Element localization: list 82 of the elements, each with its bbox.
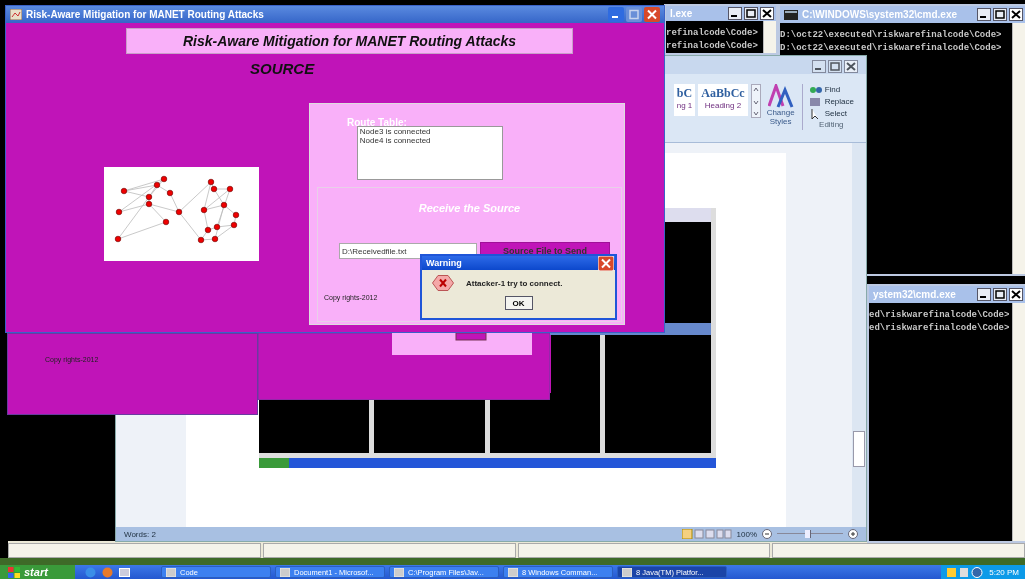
console-icon — [784, 9, 798, 20]
maximize-button[interactable] — [993, 8, 1007, 21]
vertical-scrollbar[interactable] — [1012, 23, 1025, 274]
zoom-in-button[interactable] — [848, 529, 858, 539]
message-text: Attacker-1 try to connect. — [466, 278, 563, 288]
style-name: Heading 2 — [704, 101, 742, 110]
start-button[interactable]: start — [0, 565, 75, 579]
close-button[interactable] — [1009, 8, 1023, 21]
list-item: Node4 is connected — [359, 136, 432, 145]
network-node — [197, 236, 205, 244]
windows-logo-icon — [8, 566, 20, 578]
style-preview: bC — [676, 86, 693, 101]
change-styles-button[interactable]: Change Styles — [763, 84, 798, 126]
error-icon — [432, 275, 454, 291]
style-name: ng 1 — [676, 101, 693, 110]
network-node — [226, 185, 234, 193]
network-node — [115, 208, 123, 216]
network-node — [220, 201, 228, 209]
minimize-button[interactable] — [977, 288, 991, 301]
network-node — [166, 189, 174, 197]
network-node — [162, 218, 170, 226]
network-node — [120, 187, 128, 195]
program-icon — [280, 567, 290, 577]
horizontal-scrollbar[interactable] — [262, 543, 516, 558]
close-button[interactable] — [1009, 288, 1023, 301]
minimize-button[interactable] — [728, 7, 742, 20]
app-icon — [10, 9, 22, 20]
style-button[interactable]: AaBbCc Heading 2 — [698, 84, 748, 116]
file-path-field[interactable]: D:\Receivedfile.txt — [339, 243, 477, 259]
vertical-scrollbar[interactable] — [763, 21, 776, 53]
horizontal-scrollbar[interactable] — [772, 543, 1025, 558]
dialog-title: Warning — [426, 258, 462, 268]
window-icon[interactable] — [119, 566, 130, 578]
console-line: ed\riskwarefinalcode\Code> — [869, 309, 1011, 322]
tray-icons — [947, 566, 984, 578]
program-icon — [622, 567, 632, 577]
close-button[interactable] — [760, 7, 774, 20]
network-node — [175, 208, 183, 216]
vertical-scrollbar[interactable] — [1012, 303, 1025, 541]
program-icon — [394, 567, 404, 577]
horizontal-scrollbar[interactable] — [8, 543, 261, 558]
console-line: refinalcode\Code> — [666, 40, 759, 53]
style-preview: AaBbCc — [701, 86, 745, 101]
network-node — [230, 221, 238, 229]
maximize-button[interactable] — [993, 288, 1007, 301]
network-node — [232, 211, 240, 219]
console-line: refinalcode\Code> — [666, 27, 759, 40]
heading-banner: Risk-Aware Mitigation for MANET Routing Attacks — [126, 28, 573, 54]
window-title: C:\WINDOWS\system32\cmd.exe — [802, 9, 958, 20]
program-icon — [508, 567, 518, 577]
styles-icon — [767, 84, 794, 108]
horizontal-scrollbar[interactable] — [517, 543, 771, 558]
scroll-thumb[interactable] — [853, 431, 865, 467]
word-count: Words: 2 — [124, 529, 156, 539]
console-line: D:\oct22\executed\riskwarefinalcode\Code> — [780, 29, 1003, 42]
ribbon-command[interactable]: Select — [808, 108, 847, 119]
scroll-arrows-icon — [750, 84, 761, 118]
minimize-button[interactable] — [977, 8, 991, 21]
window-title: Risk-Aware Mitigation for MANET Routing Attacks — [26, 9, 264, 20]
ribbon-command[interactable]: Find — [808, 84, 841, 95]
heading: SOURCE — [250, 60, 316, 78]
maximize-button[interactable] — [744, 7, 758, 20]
close-button[interactable] — [844, 59, 858, 73]
group-label: Editing — [818, 120, 845, 129]
network-node — [200, 206, 208, 214]
clock: 5:20 PM — [989, 567, 1019, 577]
console-line: D:\oct22\executed\riskwarefinalcode\Code> — [780, 42, 1003, 55]
vertical-scrollbar[interactable] — [852, 143, 866, 527]
program-icon — [166, 567, 176, 577]
ribbon-command[interactable]: Replace — [808, 96, 854, 107]
console-line: ed\riskwarefinalcode\Code> — [869, 322, 1011, 335]
ok-button[interactable]: OK — [504, 296, 533, 310]
field-label: Route Table: — [347, 117, 407, 128]
list-item: Node3 is connected — [359, 127, 432, 136]
panel-title: Receive the Source — [417, 202, 522, 214]
network-node — [114, 235, 122, 243]
window-title: l.exe — [670, 8, 693, 19]
window-title: ystem32\cmd.exe — [873, 289, 956, 300]
view-buttons-icon — [681, 529, 732, 539]
style-button[interactable]: bC ng 1 — [673, 84, 696, 116]
zoom-level: 100% — [736, 529, 757, 539]
zoom-out-button[interactable] — [762, 529, 772, 539]
